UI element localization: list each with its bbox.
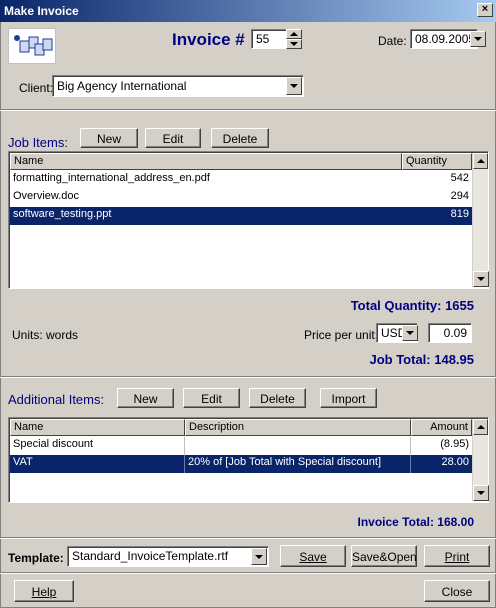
separator	[0, 537, 496, 539]
help-button-label: Help	[31, 585, 57, 599]
price-per-unit-label: Price per unit:	[304, 328, 379, 342]
chevron-down-icon	[474, 37, 482, 41]
client-label: Client:	[19, 81, 54, 95]
row-name: formatting_international_address_en.pdf	[13, 172, 210, 184]
additional-delete-button[interactable]: Delete	[249, 388, 306, 408]
help-button[interactable]: Help	[14, 580, 74, 602]
client-dropdown-button[interactable]	[286, 77, 302, 95]
chevron-down-icon	[255, 554, 263, 559]
close-button[interactable]: Close	[424, 580, 490, 602]
date-picker[interactable]: 08.09.2005	[410, 29, 478, 49]
job-items-label: Job Items:	[8, 135, 68, 150]
separator	[0, 109, 496, 111]
job-items-scrollbar[interactable]	[472, 153, 489, 287]
column-header-quantity[interactable]: Quantity	[402, 153, 472, 170]
chevron-down-icon	[290, 84, 298, 88]
column-header-name[interactable]: Name	[10, 419, 185, 436]
row-description	[185, 437, 411, 455]
template-label: Template:	[8, 551, 64, 565]
print-button[interactable]: Print	[424, 545, 490, 567]
additional-items-scrollbar[interactable]	[472, 419, 489, 501]
job-items-table: Name Quantity formatting_international_a…	[8, 151, 489, 289]
job-delete-button[interactable]: Delete	[211, 128, 269, 148]
spin-down-icon[interactable]	[286, 39, 302, 49]
invoice-number-label: Invoice #	[172, 30, 245, 49]
job-new-button[interactable]: New	[80, 128, 138, 148]
column-header-amount[interactable]: Amount	[411, 419, 472, 436]
row-name: software_testing.ppt	[13, 208, 112, 220]
row-quantity: 819	[450, 208, 469, 220]
row-amount: 28.00	[441, 456, 469, 468]
additional-new-button[interactable]: New	[117, 388, 174, 408]
invoice-number-spinner[interactable]	[286, 29, 302, 49]
template-dropdown-button[interactable]	[251, 548, 267, 565]
row-name: VAT	[10, 455, 185, 473]
table-row[interactable]: Special discount (8.95)	[10, 437, 472, 455]
row-description: 20% of [Job Total with Special discount]	[185, 455, 411, 473]
row-name: Special discount	[10, 437, 185, 455]
additional-import-button[interactable]: Import	[320, 388, 377, 408]
column-header-name[interactable]: Name	[10, 153, 402, 170]
scroll-down-icon[interactable]	[473, 271, 489, 287]
window-title: Make Invoice	[4, 4, 79, 18]
print-button-label: Print	[444, 550, 470, 564]
column-header-description[interactable]: Description	[185, 419, 411, 436]
currency-dropdown-button[interactable]	[402, 325, 418, 341]
spin-up-icon[interactable]	[286, 29, 302, 39]
separator	[0, 572, 496, 574]
table-row-selected[interactable]: software_testing.ppt 819	[10, 207, 472, 225]
row-quantity: 542	[450, 172, 469, 184]
scroll-up-icon[interactable]	[473, 153, 488, 169]
total-quantity: Total Quantity: 1655	[350, 298, 474, 313]
save-button-label: Save	[299, 550, 327, 564]
invoice-total: Invoice Total: 168.00	[357, 515, 475, 529]
save-button[interactable]: Save	[280, 545, 346, 567]
save-and-open-button[interactable]: Save&Open	[351, 545, 417, 567]
date-dropdown-button[interactable]	[470, 31, 486, 47]
window-titlebar: Make Invoice	[0, 0, 496, 22]
close-button-label: Close	[441, 585, 473, 599]
scroll-up-icon[interactable]	[473, 419, 488, 435]
template-select[interactable]: Standard_InvoiceTemplate.rtf	[67, 546, 269, 567]
table-row-selected[interactable]: VAT 20% of [Job Total with Special disco…	[10, 455, 472, 473]
save-and-open-button-label: Save&Open	[352, 550, 417, 564]
additional-items-label: Additional Items:	[8, 392, 105, 407]
chevron-down-icon	[406, 331, 414, 335]
table-row[interactable]: Overview.doc 294	[10, 189, 472, 207]
job-total: Job Total: 148.95	[369, 352, 474, 367]
app-logo-icon	[8, 28, 56, 64]
separator	[0, 376, 496, 378]
invoice-number-input[interactable]: 55	[251, 29, 287, 49]
additional-items-table: Name Description Amount Special discount…	[8, 417, 489, 503]
table-row[interactable]: formatting_international_address_en.pdf …	[10, 171, 472, 189]
row-amount: (8.95)	[440, 438, 469, 450]
units-label: Units: words	[12, 328, 79, 342]
scroll-down-icon[interactable]	[473, 485, 489, 501]
client-select[interactable]: Big Agency International	[52, 75, 304, 97]
window-close-button[interactable]: ×	[477, 3, 493, 17]
additional-edit-button[interactable]: Edit	[183, 388, 240, 408]
job-edit-button[interactable]: Edit	[145, 128, 201, 148]
row-quantity: 294	[450, 190, 469, 202]
date-label: Date:	[378, 34, 407, 48]
row-name: Overview.doc	[13, 190, 80, 202]
price-input[interactable]: 0.09	[428, 323, 472, 343]
